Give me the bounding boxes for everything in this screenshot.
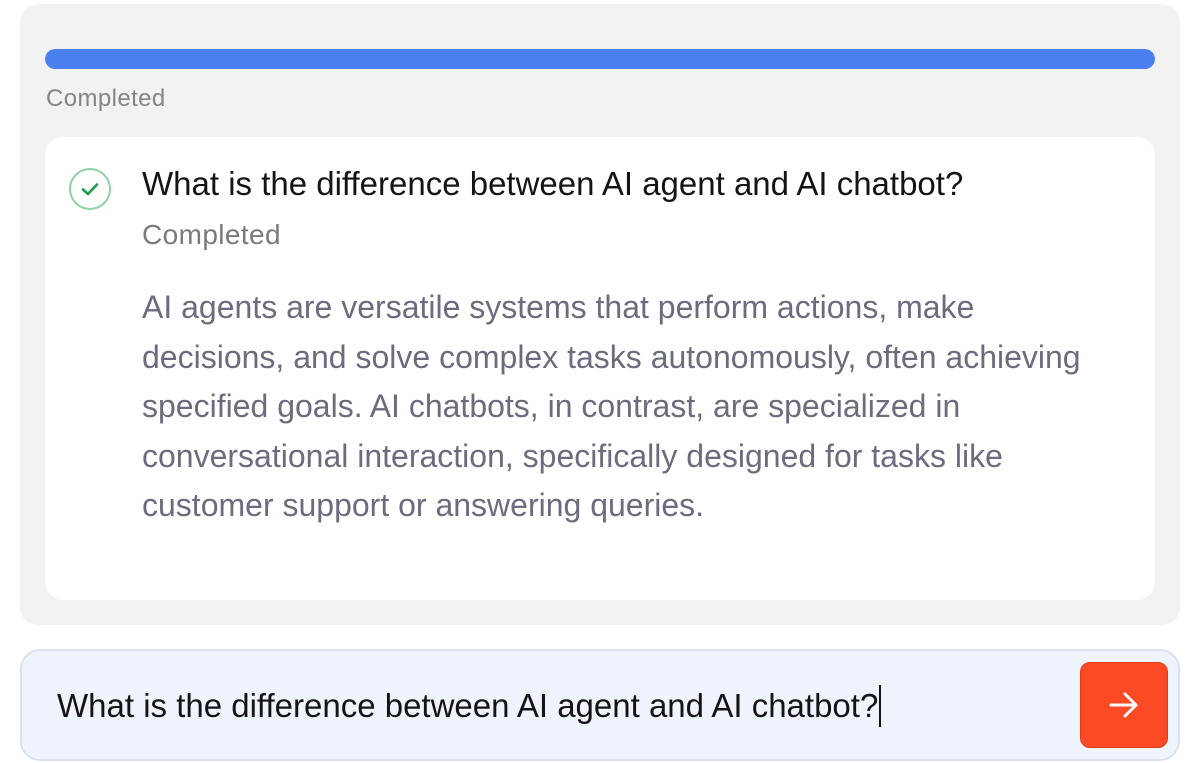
progress-status: Completed	[46, 85, 166, 112]
chat-input-bar[interactable]: What is the difference between AI agent …	[20, 649, 1180, 761]
text-caret	[879, 685, 882, 727]
task-status: Completed	[142, 219, 282, 250]
task-title: What is the difference between AI agent …	[142, 165, 964, 202]
progress-bar	[45, 49, 1155, 69]
check-circle-icon	[69, 168, 111, 210]
task-answer: AI agents are versatile systems that per…	[142, 289, 1081, 523]
task-panel: Completed What is the difference between…	[20, 4, 1180, 625]
progress-fill	[45, 49, 1155, 69]
task-card: What is the difference between AI agent …	[45, 137, 1155, 600]
arrow-right-icon	[1109, 692, 1138, 718]
chat-input[interactable]: What is the difference between AI agent …	[57, 685, 882, 727]
chat-input-value: What is the difference between AI agent …	[57, 687, 879, 724]
send-button[interactable]	[1080, 662, 1168, 748]
